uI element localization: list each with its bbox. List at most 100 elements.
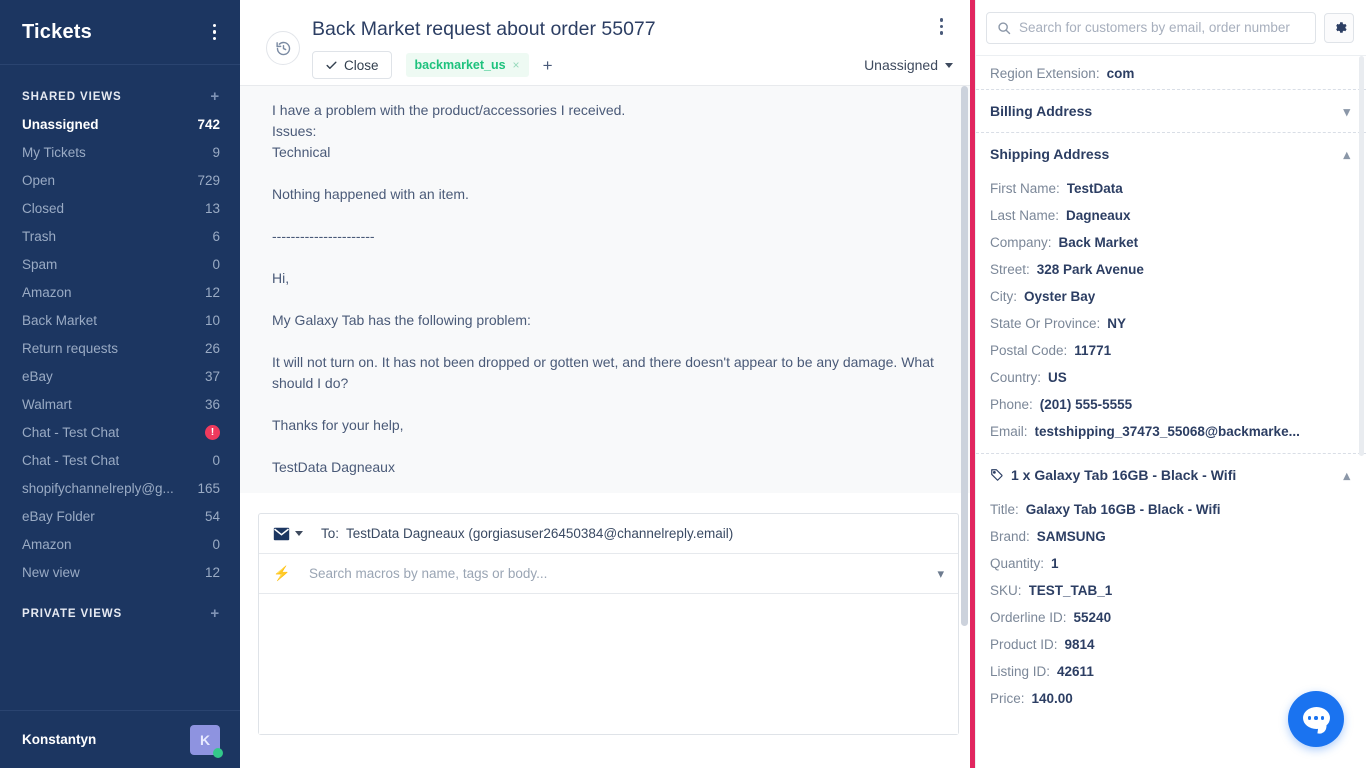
add-shared-view-icon[interactable]: + bbox=[210, 89, 220, 104]
customer-details: Region Extension: com Billing Address ▾ … bbox=[976, 56, 1366, 768]
email-channel-selector[interactable] bbox=[273, 527, 303, 541]
chat-launcher-button[interactable] bbox=[1288, 691, 1344, 747]
private-views-header: PRIVATE VIEWS + bbox=[0, 600, 240, 627]
chevron-down-icon bbox=[945, 62, 953, 68]
customer-search-bar bbox=[976, 0, 1366, 56]
to-recipient[interactable]: TestData Dagneaux (gorgiasuser26450384@c… bbox=[346, 526, 733, 541]
avatar[interactable]: K bbox=[190, 724, 223, 758]
sidebar-item-walmart[interactable]: Walmart 36 bbox=[0, 390, 240, 418]
line-item-section-header[interactable]: 1 x Galaxy Tab 16GB - Black - Wifi ▴ bbox=[976, 453, 1366, 496]
sidebar-item-label: shopifychannelreply@g... bbox=[22, 480, 174, 496]
sidebar-item-count: 10 bbox=[204, 312, 220, 328]
remove-tag-icon[interactable]: × bbox=[513, 58, 520, 72]
composer-macro-row: ⚡ ▾ bbox=[259, 554, 958, 594]
line-item-field-row: SKU: TEST_TAB_1 bbox=[976, 577, 1366, 604]
shipping-address-section-header[interactable]: Shipping Address ▴ bbox=[976, 132, 1366, 175]
sidebar-item-count: 0 bbox=[212, 452, 220, 468]
sidebar-item-shopifychannelreply-g[interactable]: shopifychannelreply@g... 165 bbox=[0, 474, 240, 502]
sidebar-item-count: 12 bbox=[204, 284, 220, 300]
reply-editor[interactable] bbox=[259, 594, 958, 734]
sidebar-item-count: 12 bbox=[204, 564, 220, 580]
ticket-header: Back Market request about order 55077 Cl… bbox=[240, 0, 975, 85]
shipping-field-key: Phone: bbox=[990, 397, 1033, 412]
chevron-up-icon[interactable]: ▴ bbox=[1343, 148, 1350, 161]
chevron-up-icon[interactable]: ▴ bbox=[1343, 469, 1350, 482]
search-field-wrapper[interactable] bbox=[986, 11, 1316, 44]
sidebar-item-my-tickets[interactable]: My Tickets 9 bbox=[0, 138, 240, 166]
reply-composer: To: TestData Dagneaux (gorgiasuser264503… bbox=[258, 513, 959, 735]
chevron-down-icon[interactable]: ▾ bbox=[1343, 105, 1350, 118]
line-item-field-key: Orderline ID: bbox=[990, 610, 1067, 625]
shipping-field-key: State Or Province: bbox=[990, 316, 1101, 331]
sidebar-item-open[interactable]: Open 729 bbox=[0, 166, 240, 194]
sidebar-item-amazon[interactable]: Amazon 12 bbox=[0, 278, 240, 306]
line-item-field-key: Brand: bbox=[990, 529, 1030, 544]
add-private-view-icon[interactable]: + bbox=[210, 606, 220, 621]
search-icon bbox=[998, 21, 1011, 34]
close-button[interactable]: Close bbox=[312, 51, 392, 79]
sidebar-views-list: SHARED VIEWS + Unassigned 742 My Tickets 9 O… bbox=[0, 65, 240, 710]
sidebar-item-label: Return requests bbox=[22, 340, 119, 356]
sidebar-item-chat-test-chat[interactable]: Chat - Test Chat! bbox=[0, 418, 240, 446]
shipping-field-key: Last Name: bbox=[990, 208, 1060, 223]
sidebar-item-count: 9 bbox=[212, 144, 220, 160]
message-body: I have a problem with the product/access… bbox=[272, 102, 934, 475]
lightning-bolt-icon: ⚡ bbox=[273, 565, 291, 581]
sidebar-item-amazon[interactable]: Amazon 0 bbox=[0, 530, 240, 558]
assignee-dropdown[interactable]: Unassigned bbox=[864, 57, 959, 73]
sidebar-item-back-market[interactable]: Back Market 10 bbox=[0, 306, 240, 334]
thread-scrollbar[interactable] bbox=[961, 86, 968, 626]
sidebar-item-count: 54 bbox=[204, 508, 220, 524]
sidebar-item-label: eBay Folder bbox=[22, 508, 95, 524]
shipping-address-label: Shipping Address bbox=[990, 146, 1110, 162]
sidebar-item-count: 165 bbox=[197, 480, 220, 496]
add-tag-icon[interactable]: + bbox=[543, 57, 553, 74]
sidebar-item-ebay-folder[interactable]: eBay Folder 54 bbox=[0, 502, 240, 530]
billing-address-section-header[interactable]: Billing Address ▾ bbox=[976, 89, 1366, 132]
ticket-panel: Back Market request about order 55077 Cl… bbox=[240, 0, 975, 768]
line-item-title: 1 x Galaxy Tab 16GB - Black - Wifi bbox=[1011, 467, 1237, 483]
sidebar-item-ebay[interactable]: eBay 37 bbox=[0, 362, 240, 390]
ticket-actions-row: Close backmarket_us × + Unassigned bbox=[312, 51, 959, 79]
sidebar-item-label: Closed bbox=[22, 200, 65, 216]
sidebar-item-closed[interactable]: Closed 13 bbox=[0, 194, 240, 222]
sidebar-item-count: 37 bbox=[204, 368, 220, 384]
sidebar-item-alert-badge: ! bbox=[205, 424, 220, 440]
current-user-name: Konstantyn bbox=[22, 732, 97, 747]
shipping-field-value: US bbox=[1048, 370, 1067, 385]
sidebar-user-footer[interactable]: Konstantyn K bbox=[0, 710, 240, 768]
region-extension-row: Region Extension: com bbox=[976, 56, 1366, 89]
search-input[interactable] bbox=[1019, 20, 1305, 35]
customer-panel-scrollbar[interactable] bbox=[1359, 56, 1364, 456]
sidebar-item-label: Chat - Test Chat bbox=[22, 424, 120, 440]
ticket-overflow-menu-icon[interactable] bbox=[936, 14, 948, 39]
line-item-field-row: Product ID: 9814 bbox=[976, 631, 1366, 658]
sidebar-item-label: Amazon bbox=[22, 284, 72, 300]
sidebar-overflow-menu-icon[interactable] bbox=[209, 20, 221, 45]
ticket-tag[interactable]: backmarket_us × bbox=[405, 53, 529, 77]
sidebar-item-count: 26 bbox=[204, 340, 220, 356]
sidebar-item-new-view[interactable]: New view 12 bbox=[0, 558, 240, 586]
shipping-field-value: 328 Park Avenue bbox=[1036, 262, 1144, 277]
shipping-field-row: Country: US bbox=[976, 364, 1366, 391]
gear-icon[interactable] bbox=[1324, 12, 1354, 43]
chevron-down-icon[interactable]: ▾ bbox=[937, 566, 944, 582]
sidebar-item-unassigned[interactable]: Unassigned 742 bbox=[0, 110, 240, 138]
history-icon[interactable] bbox=[266, 31, 300, 65]
sidebar-item-trash[interactable]: Trash 6 bbox=[0, 222, 240, 250]
shipping-field-key: First Name: bbox=[990, 181, 1060, 196]
sidebar-item-return-requests[interactable]: Return requests 26 bbox=[0, 334, 240, 362]
sidebar-item-label: Back Market bbox=[22, 312, 98, 328]
sidebar-item-count: 6 bbox=[212, 228, 220, 244]
sidebar-item-chat-test-chat[interactable]: Chat - Test Chat 0 bbox=[0, 446, 240, 474]
sidebar-item-spam[interactable]: Spam 0 bbox=[0, 250, 240, 278]
sidebar-item-count: 729 bbox=[197, 172, 220, 188]
shipping-field-value: NY bbox=[1107, 316, 1127, 331]
shipping-field-key: Postal Code: bbox=[990, 343, 1068, 358]
sidebar: Tickets SHARED VIEWS + Unassigned 742 My T… bbox=[0, 0, 240, 768]
sidebar-item-label: Trash bbox=[22, 228, 57, 244]
macro-search-input[interactable] bbox=[309, 566, 938, 581]
line-item-fields: Title: Galaxy Tab 16GB - Black - Wifi Bran… bbox=[976, 496, 1366, 712]
line-item-field-key: Listing ID: bbox=[990, 664, 1051, 679]
